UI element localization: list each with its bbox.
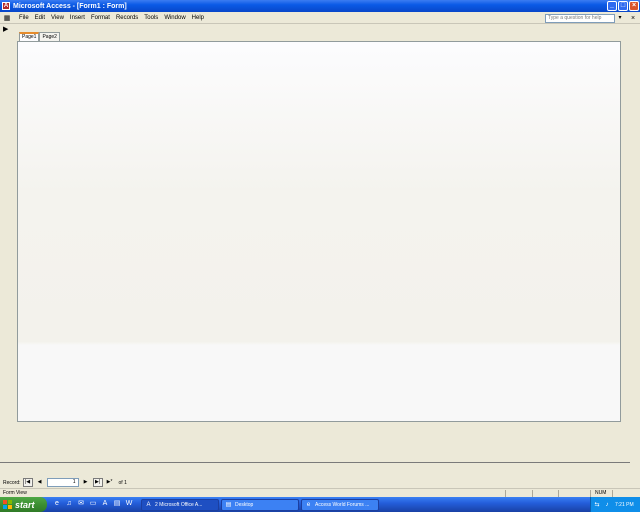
status-cell	[558, 490, 559, 497]
status-cell	[590, 490, 591, 497]
tab-page1[interactable]: Page1	[19, 32, 40, 41]
word-icon[interactable]: W	[124, 499, 134, 509]
access-icon[interactable]: A	[100, 499, 110, 509]
help-dropdown-icon[interactable]: ▾	[616, 14, 624, 23]
form-menu-icon[interactable]: ▦	[1, 13, 13, 22]
task-access[interactable]: A 2 Microsoft Office A...	[141, 499, 219, 511]
record-label: Record:	[3, 479, 21, 486]
browser-icon: e	[306, 501, 311, 508]
num-lock-indicator: NUM	[595, 490, 607, 496]
taskbar: start e ♫ ✉ ▭ A ▤ W A 2 Microsoft Office…	[0, 497, 640, 512]
current-record-arrow-icon: ▶	[3, 26, 9, 33]
menu-records[interactable]: Records	[113, 15, 141, 21]
first-record-button[interactable]: |◀	[22, 478, 33, 487]
menu-edit[interactable]: Edit	[32, 15, 48, 21]
window-title: Microsoft Access - [Form1 : Form]	[13, 2, 127, 10]
record-count: of 1	[118, 479, 127, 486]
document-close-icon[interactable]: ×	[629, 14, 637, 23]
menu-help[interactable]: Help	[189, 15, 207, 21]
menu-bar: ▦ File Edit View Insert Format Records T…	[0, 12, 640, 24]
menu-format[interactable]: Format	[88, 15, 113, 21]
media-icon[interactable]: ♫	[64, 499, 74, 509]
mail-icon[interactable]: ✉	[76, 499, 86, 509]
record-number-input[interactable]: 1	[46, 478, 79, 487]
windows-logo-icon	[3, 500, 12, 509]
last-record-button[interactable]: ▶|	[92, 478, 103, 487]
new-record-button[interactable]: ▶*	[105, 478, 115, 487]
maximize-button[interactable]: □	[618, 1, 628, 11]
menu-insert[interactable]: Insert	[67, 15, 88, 21]
title-bar: A Microsoft Access - [Form1 : Form] _ □ …	[0, 0, 640, 12]
folder-icon[interactable]: ▤	[112, 499, 122, 509]
menu-view[interactable]: View	[48, 15, 67, 21]
record-navigation: Record: |◀ ◀ 1 ▶ ▶| ▶* of 1	[3, 478, 127, 487]
menu-file[interactable]: File	[16, 15, 32, 21]
task-label: 2 Microsoft Office A...	[155, 502, 203, 508]
status-bar: Form View NUM	[0, 488, 640, 497]
system-tray: ⇆ ♪ 7:21 PM	[590, 497, 640, 512]
menu-tools[interactable]: Tools	[141, 15, 161, 21]
tab-page2[interactable]: Page2	[39, 32, 60, 41]
access-app-icon[interactable]: A	[2, 2, 10, 10]
form-divider	[0, 462, 630, 463]
status-text: Form View	[3, 490, 27, 496]
status-cell	[532, 490, 533, 497]
status-cell	[505, 490, 506, 497]
minimize-button[interactable]: _	[607, 1, 617, 11]
task-label: Desktop	[235, 502, 254, 508]
close-button[interactable]: ×	[629, 1, 639, 11]
status-cell	[612, 490, 613, 497]
access-icon: A	[146, 501, 151, 508]
help-search-input[interactable]: Type a question for help	[545, 14, 615, 23]
next-record-button[interactable]: ▶	[81, 478, 91, 487]
menu-window[interactable]: Window	[161, 15, 188, 21]
folder-icon: ▤	[225, 501, 232, 508]
volume-icon[interactable]: ♪	[603, 501, 611, 509]
task-desktop[interactable]: ▤ Desktop	[221, 499, 299, 511]
network-icon[interactable]: ⇆	[593, 501, 601, 509]
task-label: Access World Forums ...	[315, 502, 370, 508]
start-button[interactable]: start	[0, 497, 47, 512]
clock[interactable]: 7:21 PM	[615, 502, 634, 508]
start-label: start	[15, 499, 35, 510]
ie-icon[interactable]: e	[52, 499, 62, 509]
previous-record-button[interactable]: ◀	[35, 478, 45, 487]
tab-page-content	[17, 41, 621, 422]
tab-strip: Page1 Page2	[19, 32, 60, 41]
record-selector[interactable]	[0, 24, 15, 462]
task-browser[interactable]: e Access World Forums ...	[301, 499, 379, 511]
desktop-icon[interactable]: ▭	[88, 499, 98, 509]
quick-launch: e ♫ ✉ ▭ A ▤ W	[52, 499, 134, 509]
